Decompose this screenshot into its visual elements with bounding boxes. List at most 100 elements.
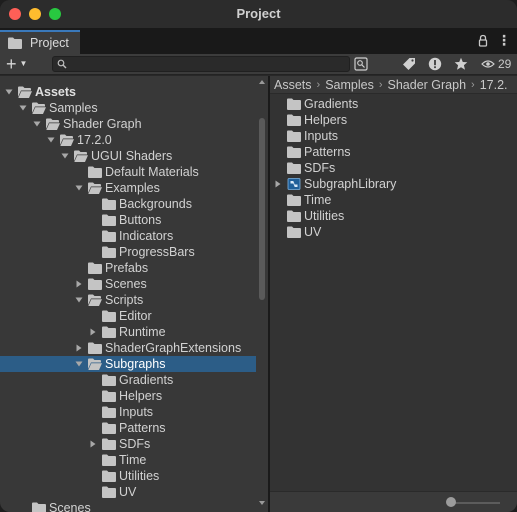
tree-item-label: 17.2.0 xyxy=(77,133,112,147)
content-item[interactable]: Utilities xyxy=(270,208,517,224)
tree-item[interactable]: Utilities xyxy=(0,468,256,484)
eye-icon xyxy=(481,60,495,68)
breadcrumb-item[interactable]: Assets xyxy=(274,78,312,92)
chevron-down-icon: ▼ xyxy=(19,59,28,68)
tree-item-label: Gradients xyxy=(119,373,174,387)
tree-item-label: UV xyxy=(119,485,137,499)
tree-item[interactable]: Buttons xyxy=(0,212,256,228)
tree-item-label: ShaderGraphExtensions xyxy=(105,341,242,355)
content-item[interactable]: UV xyxy=(270,224,517,240)
content-item-label: Patterns xyxy=(304,145,351,159)
tree-item[interactable]: Editor xyxy=(0,308,256,324)
tree-item[interactable]: ShaderGraphExtensions xyxy=(0,340,256,356)
content-item[interactable]: SubgraphLibrary xyxy=(270,176,517,192)
favorite-star-icon[interactable] xyxy=(452,56,470,72)
label-icon[interactable] xyxy=(400,56,418,72)
collapsed-arrow-icon[interactable] xyxy=(74,343,84,353)
open-folder-icon xyxy=(32,102,46,114)
tree-item[interactable]: ProgressBars xyxy=(0,244,256,260)
tree-item[interactable]: Runtime xyxy=(0,324,256,340)
open-folder-icon xyxy=(88,294,102,306)
folder-icon xyxy=(287,130,301,142)
expanded-arrow-icon[interactable] xyxy=(46,135,56,145)
tree-item[interactable]: Backgrounds xyxy=(0,196,256,212)
expanded-arrow-icon[interactable] xyxy=(74,359,84,369)
expanded-arrow-icon[interactable] xyxy=(4,87,14,97)
collapsed-arrow-icon[interactable] xyxy=(88,439,98,449)
tree-item[interactable]: Indicators xyxy=(0,228,256,244)
folder-icon xyxy=(102,454,116,466)
expanded-arrow-icon[interactable] xyxy=(32,119,42,129)
error-filter-icon[interactable] xyxy=(426,56,444,72)
open-folder-icon xyxy=(88,358,102,370)
tree-item[interactable]: Time xyxy=(0,452,256,468)
folder-icon xyxy=(287,98,301,110)
breadcrumb-item[interactable]: Samples xyxy=(325,78,374,92)
folder-tree[interactable]: Assets Samples Shader Graph 17.2.0 UGUI Shad… xyxy=(0,76,268,512)
icon-size-slider-track[interactable] xyxy=(450,502,500,504)
content-item[interactable]: Time xyxy=(270,192,517,208)
add-asset-button[interactable]: + ▼ xyxy=(3,55,33,73)
tree-item-label: Scripts xyxy=(105,293,144,307)
icon-size-slider-handle[interactable] xyxy=(446,497,456,507)
tree-item[interactable]: Samples xyxy=(0,100,256,116)
expanded-arrow-icon[interactable] xyxy=(74,183,84,193)
tree-item-label: Time xyxy=(119,453,147,467)
tree-item[interactable]: Default Materials xyxy=(0,164,256,180)
content-item-label: Time xyxy=(304,193,332,207)
search-input[interactable] xyxy=(52,56,350,72)
scroll-up-arrow-icon[interactable] xyxy=(259,80,265,84)
folder-icon xyxy=(88,278,102,290)
tree-scrollbar[interactable] xyxy=(256,76,268,512)
folder-icon xyxy=(102,422,116,434)
search-by-type-icon[interactable] xyxy=(352,56,370,72)
folder-icon xyxy=(8,37,22,49)
lock-icon[interactable] xyxy=(478,34,488,48)
tree-item[interactable]: Scripts xyxy=(0,292,256,308)
tree-item[interactable]: Gradients xyxy=(0,372,256,388)
open-folder-icon xyxy=(88,182,102,194)
content-item[interactable]: Gradients xyxy=(270,96,517,112)
tree-item[interactable]: Patterns xyxy=(0,420,256,436)
folder-icon xyxy=(32,502,46,512)
expanded-arrow-icon[interactable] xyxy=(18,103,28,113)
visible-count[interactable]: 29 xyxy=(481,56,511,72)
tree-item[interactable]: Inputs xyxy=(0,404,256,420)
tree-item[interactable]: Helpers xyxy=(0,388,256,404)
tree-item[interactable]: Shader Graph xyxy=(0,116,256,132)
collapsed-arrow-icon[interactable] xyxy=(273,179,283,189)
tree-item[interactable]: UV xyxy=(0,484,256,500)
tree-item-label: Helpers xyxy=(119,389,163,403)
breadcrumb-item[interactable]: Shader Graph xyxy=(388,78,467,92)
folder-icon xyxy=(102,310,116,322)
tree-item[interactable]: Scenes xyxy=(0,276,256,292)
content-item[interactable]: SDFs xyxy=(270,160,517,176)
breadcrumb-separator-icon: › xyxy=(378,78,383,91)
collapsed-arrow-icon[interactable] xyxy=(88,327,98,337)
tree-item-label: Patterns xyxy=(119,421,166,435)
tree-item[interactable]: Scenes xyxy=(0,500,256,512)
content-item[interactable]: Patterns xyxy=(270,144,517,160)
breadcrumb-item[interactable]: 17.2. xyxy=(480,78,508,92)
folder-contents[interactable]: Assets › Samples › Shader Graph › 17.2. Gradie… xyxy=(270,76,517,512)
tree-item[interactable]: Subgraphs xyxy=(0,356,256,372)
expanded-arrow-icon[interactable] xyxy=(74,295,84,305)
scroll-thumb[interactable] xyxy=(259,118,265,300)
tree-item-label: Runtime xyxy=(119,325,166,339)
tree-item[interactable]: 17.2.0 xyxy=(0,132,256,148)
scroll-down-arrow-icon[interactable] xyxy=(259,501,265,505)
tree-item[interactable]: UGUI Shaders xyxy=(0,148,256,164)
tab-project[interactable]: Project xyxy=(0,30,80,54)
content-item[interactable]: Inputs xyxy=(270,128,517,144)
collapsed-arrow-icon[interactable] xyxy=(74,279,84,289)
tree-item[interactable]: Examples xyxy=(0,180,256,196)
subgraph-asset-icon xyxy=(287,178,301,190)
content-item[interactable]: Helpers xyxy=(270,112,517,128)
more-options-icon[interactable]: ⋮ xyxy=(497,33,511,49)
tree-item[interactable]: Assets xyxy=(0,84,256,100)
folder-icon xyxy=(287,146,301,158)
tree-item[interactable]: SDFs xyxy=(0,436,256,452)
expanded-arrow-icon[interactable] xyxy=(60,151,70,161)
tree-item[interactable]: Prefabs xyxy=(0,260,256,276)
content-item-label: SubgraphLibrary xyxy=(304,177,397,191)
